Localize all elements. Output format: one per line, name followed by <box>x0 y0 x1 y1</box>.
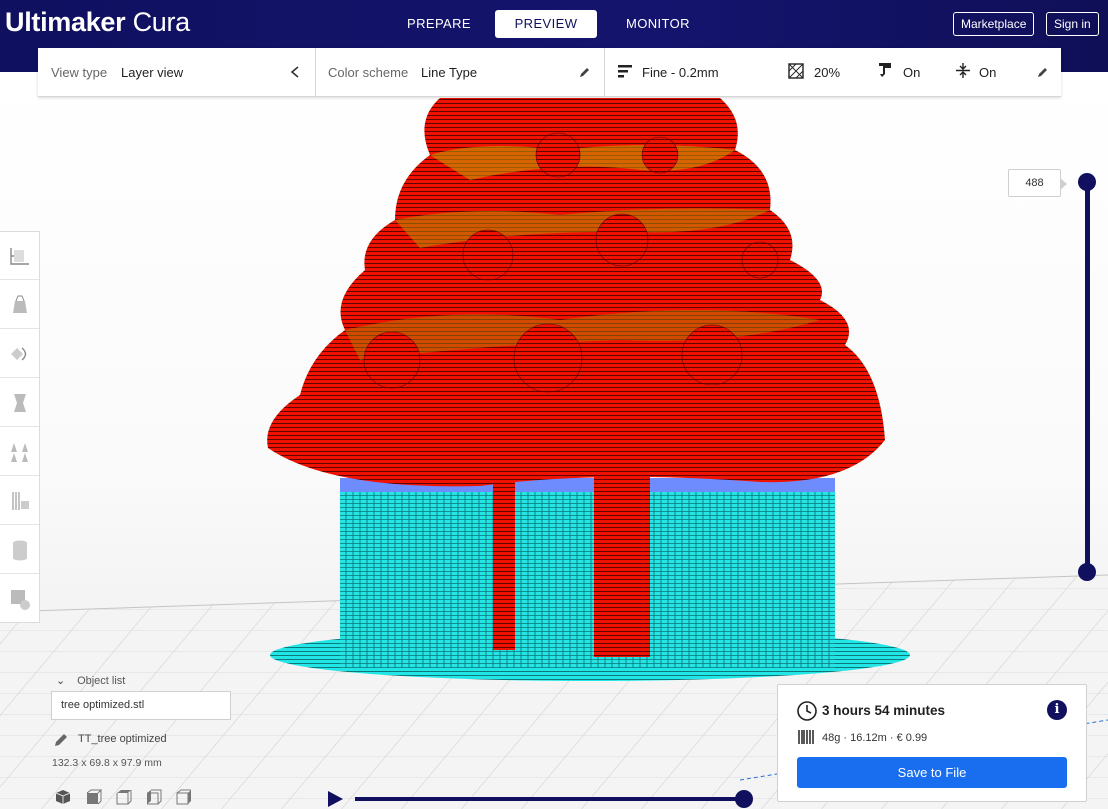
mirror-tool-icon <box>13 393 26 412</box>
move-tool-icon <box>9 247 29 265</box>
app-logo: Ultimaker Cura <box>5 7 190 37</box>
cylinder-button[interactable] <box>0 526 39 574</box>
spool-icon <box>798 730 814 744</box>
scale-tool-button[interactable] <box>0 281 39 329</box>
object-dimensions: 132.3 x 69.8 x 97.9 mm <box>52 757 162 769</box>
view-toolbar: View type Layer view Color scheme Line T… <box>38 48 1061 97</box>
print-material-summary: 48g · 16.12m · € 0.99 <box>822 732 928 744</box>
support-blocker-icon <box>11 491 29 510</box>
pencil-icon[interactable] <box>1037 66 1049 78</box>
mirror-tool-button[interactable] <box>0 379 39 427</box>
print-time: 3 hours 54 minutes <box>822 703 946 718</box>
print-info-panel: 3 hours 54 minutes i 48g · 16.12m · € 0.… <box>777 684 1087 802</box>
support-value: On <box>903 65 921 80</box>
infill-value: 20% <box>814 65 841 80</box>
front-view-icon[interactable] <box>84 788 102 806</box>
object-name[interactable]: TT_tree optimized <box>78 733 167 745</box>
object-list-label: Object list <box>77 675 126 687</box>
move-tool-button[interactable] <box>0 232 39 280</box>
top-view-icon[interactable] <box>114 788 132 806</box>
color-scheme-selector[interactable]: Color scheme Line Type <box>316 48 604 97</box>
tab-preview[interactable]: PREVIEW <box>495 10 597 38</box>
support-blocker-button[interactable] <box>0 477 39 525</box>
object-list-toggle[interactable]: ⌄ Object list <box>56 674 125 687</box>
path-slider-handle[interactable] <box>735 790 753 808</box>
app-header: Ultimaker Cura PREPARE PREVIEW MONITOR M… <box>0 0 1108 72</box>
infill-icon <box>788 63 804 79</box>
view-type-value: Layer view <box>121 65 184 80</box>
save-to-file-button[interactable]: Save to File <box>797 757 1067 788</box>
profile-layers-icon <box>618 65 632 78</box>
view-type-label: View type <box>51 65 108 80</box>
left-view-icon[interactable] <box>144 788 162 806</box>
play-icon[interactable] <box>326 790 344 808</box>
support-icon <box>879 63 891 77</box>
custom-support-icon <box>10 590 30 610</box>
tab-prepare[interactable]: PREPARE <box>400 10 478 38</box>
adhesion-icon <box>956 63 970 78</box>
chevron-left-icon[interactable] <box>290 66 300 78</box>
view-type-selector[interactable]: View type Layer view <box>38 48 315 97</box>
rotate-tool-icon <box>10 346 26 361</box>
sign-in-button[interactable]: Sign in <box>1046 12 1099 36</box>
pencil-icon[interactable] <box>579 66 591 78</box>
path-slider-track[interactable] <box>355 797 745 801</box>
custom-support-button[interactable] <box>0 575 39 623</box>
right-view-icon[interactable] <box>174 788 192 806</box>
rotate-tool-button[interactable] <box>0 330 39 378</box>
marketplace-button[interactable]: Marketplace <box>953 12 1035 36</box>
layer-slider-lower-handle[interactable] <box>1078 563 1096 581</box>
3d-view-icon[interactable] <box>54 788 72 806</box>
per-model-settings-button[interactable] <box>0 428 39 476</box>
scale-tool-icon <box>12 295 27 313</box>
color-scheme-value: Line Type <box>421 65 478 80</box>
profile-value: Fine - 0.2mm <box>642 65 719 80</box>
cylinder-icon <box>12 540 27 560</box>
layer-number-input[interactable]: 488 <box>1008 169 1067 197</box>
tool-sidebar <box>0 231 40 623</box>
layer-slider-upper-handle[interactable] <box>1078 173 1096 191</box>
object-list-file-item[interactable]: tree optimized.stl <box>51 691 231 720</box>
adhesion-value: On <box>979 65 997 80</box>
print-settings-selector[interactable]: Fine - 0.2mm 20% On On <box>605 48 1061 97</box>
color-scheme-label: Color scheme <box>328 65 409 80</box>
info-button[interactable]: i <box>1047 700 1067 720</box>
chevron-down-icon: ⌄ <box>56 675 66 687</box>
per-model-settings-icon <box>10 442 28 462</box>
pencil-icon[interactable] <box>54 733 68 747</box>
layer-slider-track[interactable] <box>1085 182 1090 573</box>
clock-icon <box>797 701 817 721</box>
tab-monitor[interactable]: MONITOR <box>615 10 701 38</box>
